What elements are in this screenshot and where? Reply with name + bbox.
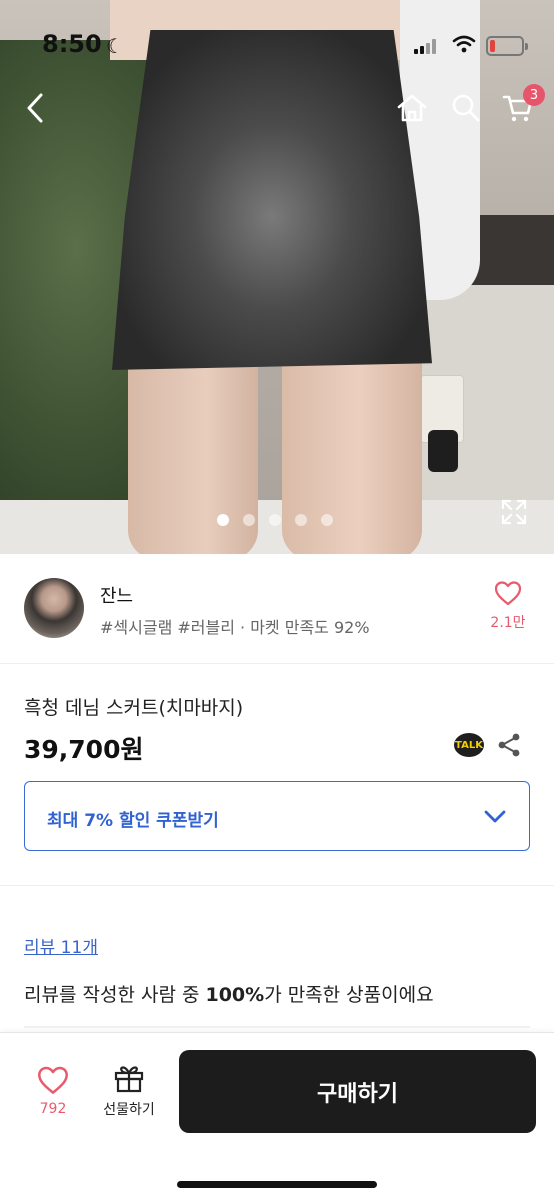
moon-icon: ☾ xyxy=(106,34,124,58)
gift-icon xyxy=(114,1066,144,1093)
chevron-down-icon xyxy=(484,810,506,823)
gallery-dot[interactable] xyxy=(321,514,333,526)
search-button[interactable] xyxy=(446,88,486,128)
signal-icon xyxy=(414,38,438,54)
status-bar: 8:50 ☾ xyxy=(0,28,554,64)
seller-section[interactable]: 잔느 #섹시글램 #러블리 · 마켓 만족도 92% 2.1만 xyxy=(0,554,554,664)
seller-name[interactable]: 잔느 xyxy=(100,582,133,608)
wish-count: 792 xyxy=(39,1101,67,1117)
wifi-icon xyxy=(452,35,476,53)
heart-icon xyxy=(494,581,522,606)
coupon-label: 최대 7% 할인 쿠폰받기 xyxy=(47,811,219,831)
gallery-dot[interactable] xyxy=(295,514,307,526)
status-time: 8:50 xyxy=(42,30,102,58)
battery-icon xyxy=(486,36,528,56)
gallery-dot[interactable] xyxy=(269,514,281,526)
cart-badge: 3 xyxy=(523,84,545,106)
review-summary-prefix: 리뷰를 작성한 사람 중 xyxy=(24,984,206,1006)
review-count-link[interactable]: 리뷰 11개 xyxy=(24,933,98,958)
home-button[interactable] xyxy=(392,88,432,128)
product-title: 흑청 데님 스커트(치마바지) xyxy=(24,697,244,719)
product-detail-screen: 8:50 ☾ 3 잔느 #섹시글램 #러블리 · 마켓 만족도 92% 2.1만… xyxy=(0,0,554,1200)
product-price: 39,700원 xyxy=(24,735,144,764)
battery-level xyxy=(490,40,495,52)
wish-button[interactable]: 792 xyxy=(30,1065,76,1117)
gift-label: 선물하기 xyxy=(103,1102,155,1118)
gallery-dot[interactable] xyxy=(243,514,255,526)
seller-avatar[interactable] xyxy=(24,578,84,638)
section-divider xyxy=(0,885,554,886)
background-plug xyxy=(428,430,458,472)
seller-like-button[interactable]: 2.1만 xyxy=(486,580,530,632)
coupon-button[interactable]: 최대 7% 할인 쿠폰받기 xyxy=(24,781,530,851)
expand-icon[interactable] xyxy=(500,498,528,526)
search-icon xyxy=(452,94,480,122)
content-peek xyxy=(24,1026,530,1028)
gallery-pagination xyxy=(217,514,333,528)
bottom-action-bar: 792 선물하기 구매하기 xyxy=(0,1032,554,1200)
chevron-left-icon xyxy=(27,93,43,123)
seller-like-count: 2.1만 xyxy=(490,615,526,631)
buy-button[interactable]: 구매하기 xyxy=(179,1050,536,1133)
heart-icon xyxy=(38,1066,68,1094)
gift-button[interactable]: 선물하기 xyxy=(96,1063,162,1119)
review-summary: 리뷰를 작성한 사람 중 100%가 만족한 상품이에요 xyxy=(24,980,434,1007)
share-icon[interactable] xyxy=(496,732,522,758)
kakao-talk-icon[interactable]: TALK xyxy=(454,733,484,757)
back-button[interactable] xyxy=(16,88,56,128)
product-image[interactable] xyxy=(0,0,554,554)
seller-tags: #섹시글램 #러블리 · 마켓 만족도 92% xyxy=(100,618,370,637)
home-icon xyxy=(397,94,427,122)
denim-skirt xyxy=(112,30,432,370)
home-indicator xyxy=(177,1181,377,1188)
review-satisfaction-percent: 100% xyxy=(205,984,265,1006)
gallery-dot[interactable] xyxy=(217,514,229,526)
review-summary-suffix: 가 만족한 상품이에요 xyxy=(264,984,434,1006)
